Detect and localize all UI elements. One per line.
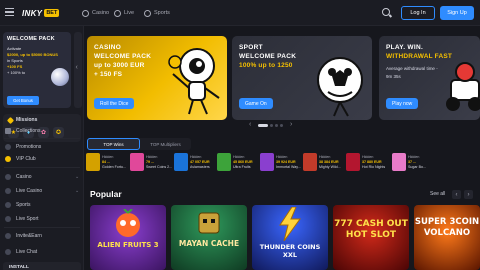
tab-top-multipliers[interactable]: TOP Multipliers — [140, 138, 191, 150]
carousel-next-arrow[interactable]: › — [290, 121, 292, 128]
sidebar-item-vip[interactable]: VIP Club — [5, 154, 36, 164]
casino-banner[interactable]: CASINO WELCOME PACK up to 3000 EUR + 150… — [87, 36, 227, 120]
win-item[interactable]: Hidden 79 ... Sweet Coins 2... — [130, 152, 172, 172]
carousel-prev-arrow[interactable]: ‹ — [249, 121, 251, 128]
chat-icon — [5, 249, 11, 255]
top-bar: INKY BET Casino Live Sports Log In Sign … — [0, 0, 480, 26]
menu-icon[interactable] — [5, 8, 14, 16]
play-now-button[interactable]: Play now — [386, 98, 419, 109]
win-item[interactable]: Hidden 84 ... Golden Fortu... — [86, 152, 126, 172]
tab-casino[interactable]: Casino — [82, 7, 109, 19]
carousel-pagination — [258, 124, 285, 127]
game-tile-super-3coin-volcano[interactable]: SUPER 3COIN VOLCANO — [414, 205, 480, 270]
gift-icon — [5, 144, 11, 150]
alien-fruit-icon — [116, 209, 140, 237]
welcome-pack-card[interactable]: WELCOME PACK Activate $2000, up to $5000… — [3, 32, 71, 108]
win-item[interactable]: Hidden 37 ... Sugar Bo... — [392, 152, 426, 172]
sidebar-item-collections[interactable]: Collections — [5, 126, 40, 136]
tab-sports[interactable]: Sports — [144, 7, 170, 19]
collections-icon — [5, 128, 11, 134]
sidebar: WELCOME PACK Activate $2000, up to $5000… — [0, 26, 84, 270]
game-tile-mayan-cache[interactable]: MAYAN CACHE — [171, 205, 247, 270]
popular-next-arrow[interactable]: › — [464, 190, 473, 199]
game-tile-thunder-coins[interactable]: THUNDER COINS XXL — [252, 205, 328, 270]
sidebar-item-sports[interactable]: Sports — [5, 200, 30, 210]
game-tile-hot-slot[interactable]: 777 CASH OUT HOT SLOT — [333, 205, 409, 270]
live-sport-icon — [5, 216, 11, 222]
sidebar-collapse-button[interactable] — [74, 32, 82, 108]
wins-tab-switcher: TOP Wins TOP Multipliers — [87, 138, 191, 150]
sidebar-item-promotions[interactable]: Promotions — [5, 142, 41, 152]
crown-icon — [5, 156, 11, 162]
promo-ball-image — [51, 68, 69, 86]
mission-badge-icon[interactable]: ✪ — [53, 127, 64, 138]
win-item[interactable]: Hidden 45 860 EUR Ultra Fruits — [217, 152, 253, 172]
see-all-link[interactable]: See all — [430, 191, 445, 197]
popular-heading: Popular — [90, 189, 122, 199]
win-item[interactable]: Hidden 38 384 EUR Mighty Wild... — [303, 152, 341, 172]
lightning-bolt-icon — [279, 207, 301, 241]
roll-dice-button[interactable]: Roll the Dice — [94, 98, 135, 109]
invite-icon — [5, 233, 11, 239]
sidebar-item-live-sport[interactable]: Live Sport — [5, 214, 39, 224]
win-item[interactable]: Hidden 47 057 EUR Aviamasters — [174, 152, 210, 172]
tab-top-wins[interactable]: TOP Wins — [87, 138, 140, 150]
race-car-illustration — [446, 62, 480, 111]
sidebar-item-live-chat[interactable]: Live Chat — [5, 247, 37, 257]
win-item[interactable]: Hidden 37 880 EUR Hot Rio Nights — [346, 152, 385, 172]
sport-banner[interactable]: SPORT WELCOME PACK 100% up to 1250 Game … — [232, 36, 372, 120]
chevron-down-icon: ⌄ — [75, 174, 80, 180]
install-app-button[interactable]: INSTALL — [3, 262, 81, 270]
tab-live[interactable]: Live — [114, 7, 134, 19]
missions-icon — [6, 116, 15, 124]
live-casino-icon — [5, 188, 11, 194]
sidebar-item-live-casino[interactable]: Live Casino ⌄ — [5, 186, 79, 196]
mascot-illustration — [168, 48, 220, 115]
withdrawal-banner[interactable]: PLAY. WIN. WITHDRAWAL FAST Average withd… — [379, 36, 480, 120]
live-icon — [114, 9, 121, 17]
sports-icon — [144, 9, 151, 17]
game-on-button[interactable]: Game On — [239, 98, 273, 109]
search-icon[interactable] — [382, 8, 390, 16]
football-mascot-illustration — [317, 57, 363, 117]
sidebar-item-invite[interactable]: Invite&Earn — [5, 231, 42, 241]
sidebar-item-casino[interactable]: Casino ⌄ — [5, 172, 79, 182]
chevron-down-icon: ⌄ — [75, 188, 80, 194]
win-item[interactable]: Hidden 39 924 EUR Immortal Way... — [260, 152, 301, 172]
sports-icon — [5, 202, 11, 208]
mayan-mask-icon — [198, 212, 220, 234]
casino-icon — [5, 174, 11, 180]
get-bonus-button[interactable]: Get Bonus — [7, 96, 39, 105]
popular-prev-arrow[interactable]: ‹ — [452, 190, 461, 199]
logo[interactable]: INKY BET — [22, 7, 60, 19]
login-button[interactable]: Log In — [401, 6, 435, 20]
casino-icon — [82, 9, 89, 17]
game-tile-alien-fruits-3[interactable]: ALIEN FRUITS 3 — [90, 205, 166, 270]
signup-button[interactable]: Sign Up — [440, 6, 474, 20]
